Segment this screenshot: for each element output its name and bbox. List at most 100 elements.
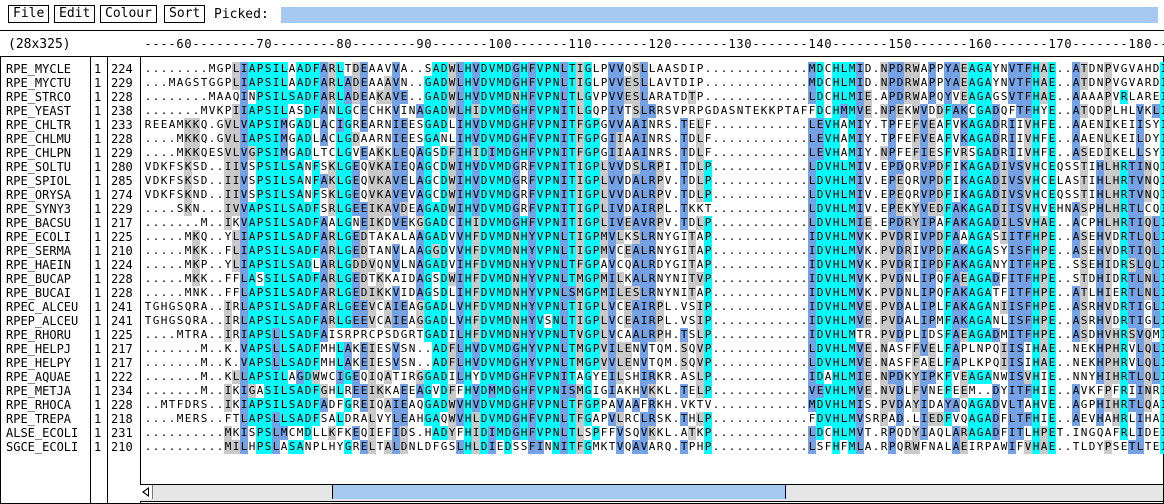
residue-cell[interactable]: K [864,272,872,286]
residue-cell[interactable]: N [656,230,664,244]
residue-cell[interactable]: . [800,76,808,90]
residue-cell[interactable]: G [1144,314,1152,328]
residue-cell[interactable]: D [480,412,488,426]
residue-cell[interactable]: A [296,328,304,342]
residue-cell[interactable]: A [248,258,256,272]
residue-cell[interactable]: A [888,356,896,370]
residue-cell[interactable]: T [744,104,752,118]
residue-cell[interactable]: P [704,272,712,286]
residue-cell[interactable]: . [752,384,760,398]
residue-cell[interactable]: D [904,426,912,440]
residue-cell[interactable]: I [856,90,864,104]
residue-cell[interactable]: M [168,76,176,90]
residue-cell[interactable]: A [1072,118,1080,132]
residue-cell[interactable]: F [528,426,536,440]
residue-cell[interactable]: R [328,230,336,244]
residue-cell[interactable]: R [1120,286,1128,300]
alignment-row[interactable]: .......M..IKIGASILSADFGHLREEIKKAEEAGVDFF… [144,384,1164,398]
residue-cell[interactable]: A [984,62,992,76]
residue-cell[interactable]: M [840,104,848,118]
residue-cell[interactable]: H [520,146,528,160]
residue-cell[interactable]: K [1088,384,1096,398]
residue-cell[interactable]: L [336,412,344,426]
residue-cell[interactable]: K [224,356,232,370]
residue-cell[interactable]: . [1056,370,1064,384]
residue-cell[interactable]: V [368,258,376,272]
residue-cell[interactable]: V [352,146,360,160]
residue-cell[interactable]: E [400,384,408,398]
residue-cell[interactable]: L [640,230,648,244]
residue-cell[interactable]: F [336,426,344,440]
residue-cell[interactable]: . [424,356,432,370]
residue-cell[interactable]: S [264,328,272,342]
residue-cell[interactable]: . [736,370,744,384]
file-menu-button[interactable]: File [8,5,49,23]
residue-cell[interactable]: M [176,118,184,132]
residue-cell[interactable]: H [832,132,840,146]
residue-cell[interactable]: L [240,272,248,286]
residue-cell[interactable]: . [712,146,720,160]
residue-cell[interactable]: V [488,202,496,216]
residue-cell[interactable]: D [1144,426,1152,440]
residue-cell[interactable]: I [1128,384,1136,398]
residue-cell[interactable]: Y [992,76,1000,90]
residue-cell[interactable]: D [896,76,904,90]
residue-cell[interactable]: A [1072,132,1080,146]
residue-cell[interactable]: L [280,216,288,230]
residue-cell[interactable]: K [1144,104,1152,118]
residue-cell[interactable]: S [264,202,272,216]
residue-cell[interactable]: T [1080,76,1088,90]
residue-cell[interactable]: . [216,188,224,202]
residue-cell[interactable]: T [672,76,680,90]
residue-cell[interactable]: I [1104,398,1112,412]
residue-cell[interactable]: V [824,258,832,272]
residue-cell[interactable]: I [1160,426,1164,440]
residue-cell[interactable]: C [376,300,384,314]
residue-cell[interactable]: . [144,440,152,454]
residue-cell[interactable]: H [1112,160,1120,174]
residue-cell[interactable]: N [552,300,560,314]
residue-cell[interactable]: P [880,244,888,258]
residue-cell[interactable]: R [1120,244,1128,258]
residue-cell[interactable]: V [640,216,648,230]
residue-cell[interactable]: L [808,146,816,160]
residue-cell[interactable]: G [424,118,432,132]
residue-cell[interactable]: I [1160,118,1164,132]
residue-cell[interactable]: D [1088,76,1096,90]
residue-cell[interactable]: E [400,398,408,412]
residue-cell[interactable]: D [304,62,312,76]
residue-cell[interactable]: H [1112,216,1120,230]
residue-cell[interactable]: . [760,314,768,328]
residue-cell[interactable]: I [488,146,496,160]
residue-cell[interactable]: K [192,118,200,132]
residue-cell[interactable]: D [304,76,312,90]
residue-cell[interactable]: D [816,314,824,328]
residue-cell[interactable]: R [904,76,912,90]
residue-cell[interactable]: I [1160,160,1164,174]
residue-cell[interactable]: I [1136,384,1144,398]
residue-cell[interactable]: N [1072,356,1080,370]
residue-cell[interactable]: M [848,314,856,328]
residue-cell[interactable]: L [448,118,456,132]
residue-cell[interactable]: K [960,286,968,300]
residue-cell[interactable]: P [1088,216,1096,230]
residue-cell[interactable]: A [320,216,328,230]
residue-cell[interactable]: L [640,412,648,426]
residue-cell[interactable]: G [320,384,328,398]
residue-cell[interactable]: S [264,398,272,412]
residue-cell[interactable]: F [944,104,952,118]
residue-cell[interactable]: M [496,160,504,174]
residue-cell[interactable]: D [504,384,512,398]
residue-cell[interactable]: Y [1000,244,1008,258]
residue-cell[interactable]: I [1008,202,1016,216]
residue-cell[interactable]: S [1000,90,1008,104]
residue-cell[interactable]: M [496,146,504,160]
residue-cell[interactable]: P [1104,384,1112,398]
residue-cell[interactable]: . [872,398,880,412]
residue-cell[interactable]: G [584,202,592,216]
residue-cell[interactable]: E [1120,440,1128,454]
residue-cell[interactable]: Q [904,174,912,188]
residue-cell[interactable]: . [760,328,768,342]
residue-cell[interactable]: N [552,104,560,118]
residue-cell[interactable]: L [336,272,344,286]
